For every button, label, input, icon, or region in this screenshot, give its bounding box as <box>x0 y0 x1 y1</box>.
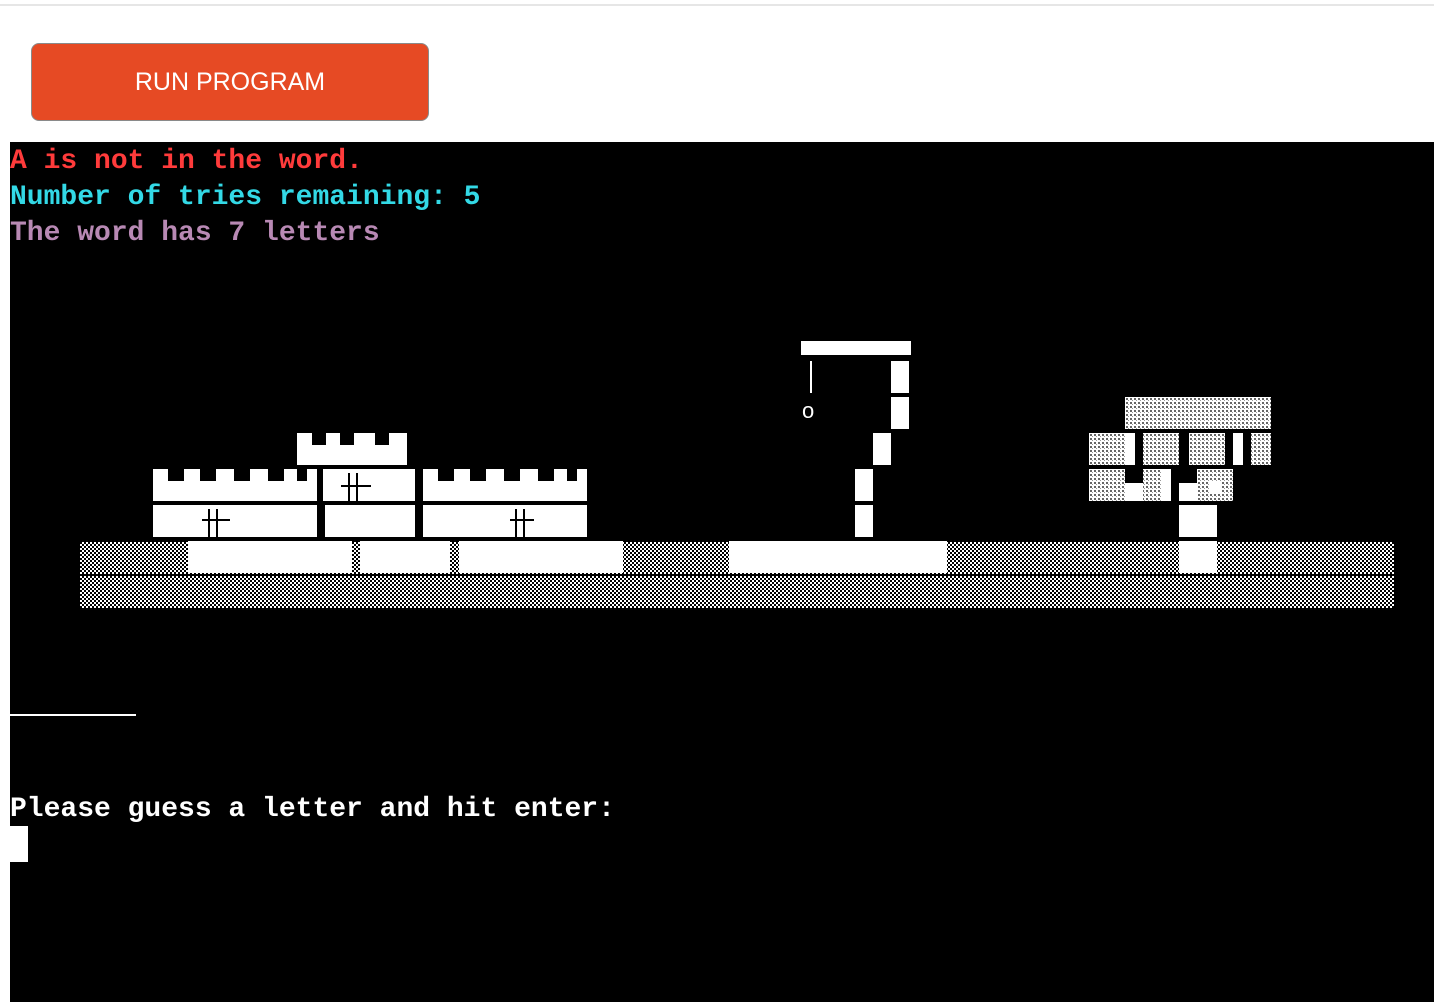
terminal-output[interactable]: A is not in the word. Number of tries re… <box>10 142 1434 1002</box>
castle-art <box>153 433 587 537</box>
hangman-head: o <box>802 398 815 423</box>
gallows-art <box>801 341 911 537</box>
run-program-button[interactable]: RUN PROGRAM <box>31 43 429 121</box>
ground-strip <box>80 541 1394 608</box>
input-cursor[interactable] <box>10 826 28 862</box>
top-divider <box>0 4 1434 6</box>
guessed-word-blanks <box>10 714 136 716</box>
ascii-scene-art <box>80 341 1394 608</box>
guess-prompt: Please guess a letter and hit enter: <box>10 794 615 825</box>
tree-art <box>1089 397 1271 537</box>
